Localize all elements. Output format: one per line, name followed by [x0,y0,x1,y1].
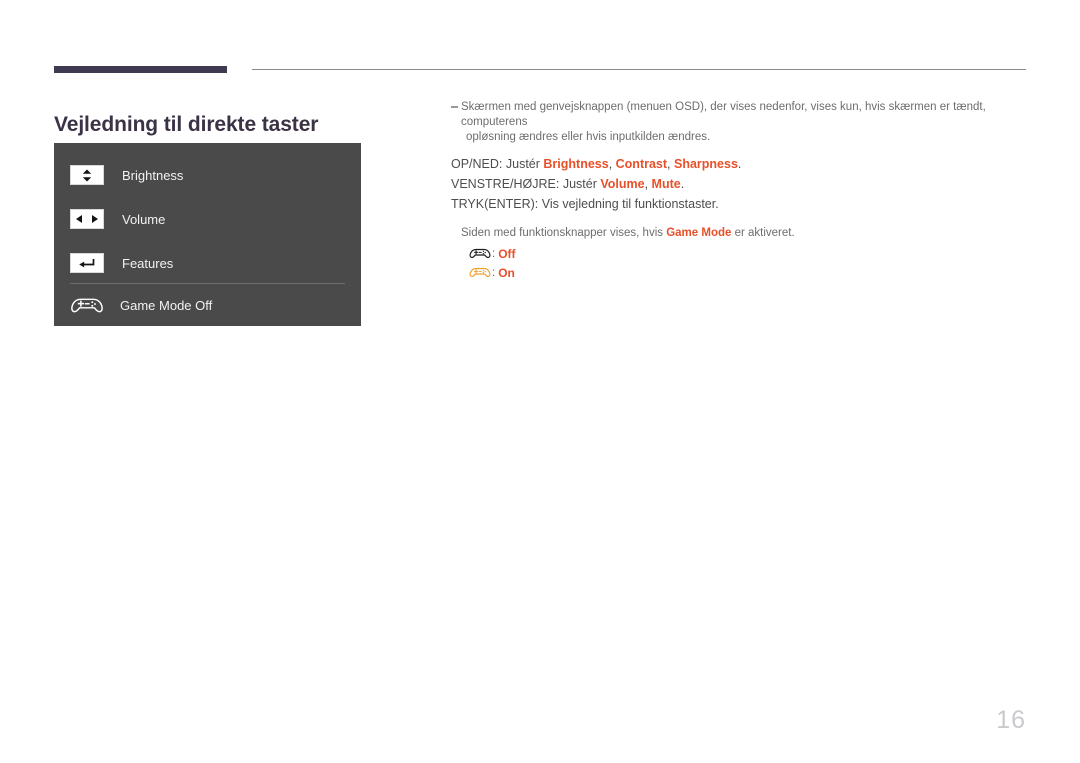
game-mode-note-prefix: Siden med funktionsknapper vises, hvis [461,227,667,239]
osd-row-brightness[interactable]: Brightness [54,153,361,197]
gamepad-outline-orange-icon [469,267,491,278]
game-mode-state-off: : Off [451,244,1011,263]
left-right-arrows-icon [70,209,104,229]
enter-return-arrow-icon [70,253,104,273]
up-down-arrows-icon [70,165,104,185]
gamepad-outline-dark-icon [469,248,491,259]
page-title: Vejledning til direkte taster [54,113,319,137]
osd-menu-panel: Brightness Volume Features Game Mode Off [54,143,361,326]
osd-note-line-2: opløsning ændres eller hvis inputkilden … [466,131,711,143]
osd-label-game-mode: Game Mode Off [120,297,213,313]
osd-visibility-note: Skærmen med genvejsknappen (menuen OSD),… [451,100,1011,145]
osd-row-volume[interactable]: Volume [54,197,361,241]
instruction-left-right: VENSTRE/HØJRE: Justér Volume, Mute. [451,174,1011,194]
game-mode-state-on: : On [451,263,1011,282]
state-off-separator: : [492,247,496,260]
instruction-left-right-prefix: VENSTRE/HØJRE: Justér [451,177,601,191]
game-mode-note: Siden med funktionsknapper vises, hvis G… [451,226,1011,241]
game-mode-note-suffix: er aktiveret. [731,227,795,239]
header-thin-rule [252,69,1026,70]
state-off-label: Off [498,246,516,261]
instruction-enter: TRYK(ENTER): Vis vejledning til funktion… [451,197,719,211]
keyword-sharpness: Sharpness [674,157,738,171]
keyword-game-mode: Game Mode [666,227,732,239]
instruction-up-down-prefix: OP/NED: Justér [451,157,544,171]
instruction-up-down: OP/NED: Justér Brightness, Contrast, Sha… [451,154,1011,174]
keyword-contrast: Contrast [615,157,668,171]
page-number: 16 [996,706,1026,734]
instructions-column: Skærmen med genvejsknappen (menuen OSD),… [451,100,1011,282]
state-on-separator: : [492,266,496,279]
osd-row-game-mode[interactable]: Game Mode Off [54,283,361,327]
sep-3: , [644,177,652,191]
keyword-mute: Mute [651,177,681,191]
sep-2: , [667,157,674,171]
keyword-volume: Volume [600,177,645,191]
osd-label-volume: Volume [122,211,166,227]
osd-label-brightness: Brightness [122,167,184,183]
keyword-brightness: Brightness [543,157,609,171]
instruction-left-right-suffix: . [680,177,685,191]
osd-label-features: Features [122,255,174,271]
game-mode-state-list: : Off : On [451,244,1011,282]
header-accent-bar [54,66,227,73]
osd-row-features[interactable]: Features [54,241,361,285]
osd-note-line-1: Skærmen med genvejsknappen (menuen OSD),… [461,101,986,128]
gamepad-icon [70,294,104,317]
note-dash-icon [451,106,458,108]
instruction-up-down-suffix: . [737,157,742,171]
state-on-label: On [498,265,515,280]
sep-1: , [608,157,616,171]
